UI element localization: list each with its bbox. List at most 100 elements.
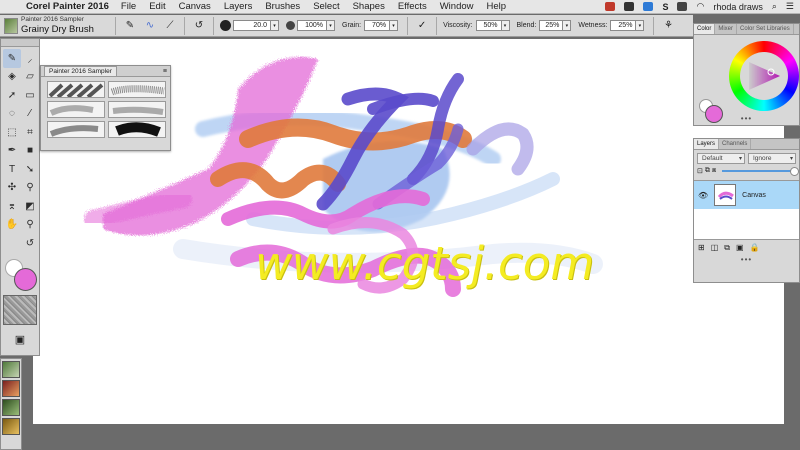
eraser-tool-icon[interactable]: ▱	[21, 68, 39, 87]
toolbox-title-bar[interactable]	[1, 39, 39, 47]
composite-depth-select[interactable]: Ignore	[748, 153, 796, 164]
screen-mode-icon[interactable]: ▣	[1, 331, 39, 349]
main-color-swatch[interactable]	[14, 267, 37, 291]
opacity-field[interactable]: 100%	[297, 20, 327, 31]
grain-dropdown[interactable]: ▾	[390, 20, 399, 31]
brush-sample[interactable]	[47, 81, 105, 98]
brush-sample[interactable]	[108, 81, 166, 98]
recent-brush-item[interactable]	[2, 418, 20, 435]
mirror-tool-icon[interactable]: ◩	[21, 197, 39, 216]
size-dropdown[interactable]: ▾	[271, 20, 279, 31]
grain-field[interactable]: 70%	[364, 20, 391, 31]
resize-handle-icon[interactable]: •••	[694, 256, 799, 264]
sync-icon[interactable]: S	[662, 2, 668, 12]
rectangular-selection-icon[interactable]: ▭	[21, 86, 39, 105]
search-icon[interactable]: ⌕	[772, 1, 777, 12]
cloner-tool-icon[interactable]: ✣	[3, 179, 21, 198]
pick-up-underlying-color-icon[interactable]: ⧉	[705, 167, 710, 175]
new-layer-icon[interactable]: ⊞	[698, 243, 705, 253]
brush-selector[interactable]: Painter 2016 Sampler Grainy Dry Brush	[21, 16, 111, 34]
stroke-attributes-icon[interactable]: ⚘	[661, 19, 675, 33]
magic-wand-icon[interactable]: ⁄	[21, 105, 39, 124]
brush-preview-icon[interactable]	[4, 17, 18, 34]
user-name[interactable]: rhoda draws	[713, 2, 763, 12]
dodge-tool-icon[interactable]: ⌆	[3, 197, 21, 216]
sampler-title-bar[interactable]: Painter 2016 Sampler ≡	[41, 66, 170, 77]
menu-help[interactable]: Help	[487, 1, 507, 12]
paper-texture-selector[interactable]	[3, 294, 37, 325]
brush-sample[interactable]	[47, 121, 105, 138]
recent-brush-item[interactable]	[2, 380, 20, 397]
main-color-swatch[interactable]	[705, 105, 723, 123]
freehand-stroke-icon[interactable]: ∿	[143, 19, 157, 33]
preserve-transparency-icon[interactable]: ⊡	[697, 167, 703, 175]
tab-color[interactable]: Color	[694, 24, 716, 34]
brush-sample[interactable]	[108, 101, 166, 118]
wifi-icon[interactable]: ◠	[696, 1, 704, 12]
palette-menu-icon[interactable]: ≡	[163, 68, 167, 75]
menu-shapes[interactable]: Shapes	[353, 1, 385, 12]
rectangle-shape-icon[interactable]: ■	[21, 142, 39, 161]
menu-select[interactable]: Select	[313, 1, 339, 12]
blend-dropdown[interactable]: ▾	[563, 20, 572, 31]
dropper-tool-icon[interactable]: ⸝	[21, 49, 39, 68]
layer-row[interactable]: 👁 Canvas	[694, 181, 799, 209]
dirty-mode-icon[interactable]: ✓	[415, 19, 429, 33]
opacity-slider[interactable]	[722, 167, 799, 176]
tab-color-set-libraries[interactable]: Color Set Libraries	[737, 24, 794, 34]
lasso-tool-icon[interactable]: ◌	[3, 105, 21, 124]
rubber-stamp-icon[interactable]: ⚲	[21, 179, 39, 198]
brush-tool-icon[interactable]: ✎	[123, 19, 137, 33]
tab-channels[interactable]: Channels	[719, 139, 752, 149]
layer-attributes-icon[interactable]: ◫	[711, 243, 719, 253]
layer-adjuster-icon[interactable]: ➚	[3, 86, 21, 105]
opacity-dropdown[interactable]: ▾	[327, 20, 335, 31]
pen-tool-icon[interactable]: ✒	[3, 142, 21, 161]
brush-sample[interactable]	[108, 121, 166, 138]
composite-method-select[interactable]: Default	[697, 153, 745, 164]
tray-display-icon[interactable]	[624, 2, 635, 11]
menu-window[interactable]: Window	[440, 1, 474, 12]
wetness-field[interactable]: 25%	[610, 20, 637, 31]
menu-canvas[interactable]: Canvas	[179, 1, 211, 12]
menu-brushes[interactable]: Brushes	[265, 1, 300, 12]
straight-line-icon[interactable]: ⟋	[163, 19, 177, 33]
menu-effects[interactable]: Effects	[398, 1, 427, 12]
rotate-page-icon[interactable]: ↺	[21, 234, 39, 253]
brush-tool-icon[interactable]: ✎	[3, 49, 21, 68]
blend-field[interactable]: 25%	[539, 20, 564, 31]
menu-layers[interactable]: Layers	[224, 1, 253, 12]
tray-app-icon-2[interactable]	[677, 2, 688, 11]
eye-icon[interactable]: 👁	[698, 191, 708, 200]
sampler-tab[interactable]: Painter 2016 Sampler	[44, 66, 117, 76]
transform-tool-icon[interactable]: ⬚	[3, 123, 21, 142]
reset-icon[interactable]: ↺	[192, 19, 206, 33]
notification-center-icon[interactable]: ☰	[786, 1, 794, 12]
app-menu[interactable]: Corel Painter 2016	[26, 1, 109, 12]
tab-mixer[interactable]: Mixer	[715, 24, 738, 34]
group-layers-icon[interactable]: ⧉	[724, 243, 730, 253]
tab-layers[interactable]: Layers	[694, 139, 720, 149]
lock-icon[interactable]: 🔒	[750, 243, 760, 253]
text-tool-icon[interactable]: T	[3, 160, 21, 179]
layer-options-icon[interactable]: ⧈	[712, 167, 716, 175]
viscosity-field[interactable]: 50%	[475, 20, 502, 31]
dropbox-icon[interactable]	[643, 2, 654, 11]
color-swatches[interactable]	[3, 258, 37, 291]
magnifier-tool-icon[interactable]: ⚲	[21, 216, 39, 235]
paint-bucket-icon[interactable]: ◈	[3, 68, 21, 87]
recent-brush-item[interactable]	[2, 361, 20, 378]
tray-app-icon[interactable]	[605, 2, 616, 11]
size-field[interactable]: 20.0	[233, 20, 271, 31]
grabber-tool-icon[interactable]: ✋	[3, 216, 21, 235]
recent-brush-item[interactable]	[2, 399, 20, 416]
saturation-value-triangle[interactable]	[744, 56, 784, 96]
layer-mask-icon[interactable]: ▣	[736, 243, 744, 253]
menu-file[interactable]: File	[121, 1, 136, 12]
menu-edit[interactable]: Edit	[149, 1, 165, 12]
viscosity-dropdown[interactable]: ▾	[501, 20, 510, 31]
shape-selection-icon[interactable]: ➘	[21, 160, 39, 179]
wetness-dropdown[interactable]: ▾	[636, 20, 645, 31]
crop-tool-icon[interactable]: ⌗	[21, 123, 39, 142]
brush-sample[interactable]	[47, 101, 105, 118]
